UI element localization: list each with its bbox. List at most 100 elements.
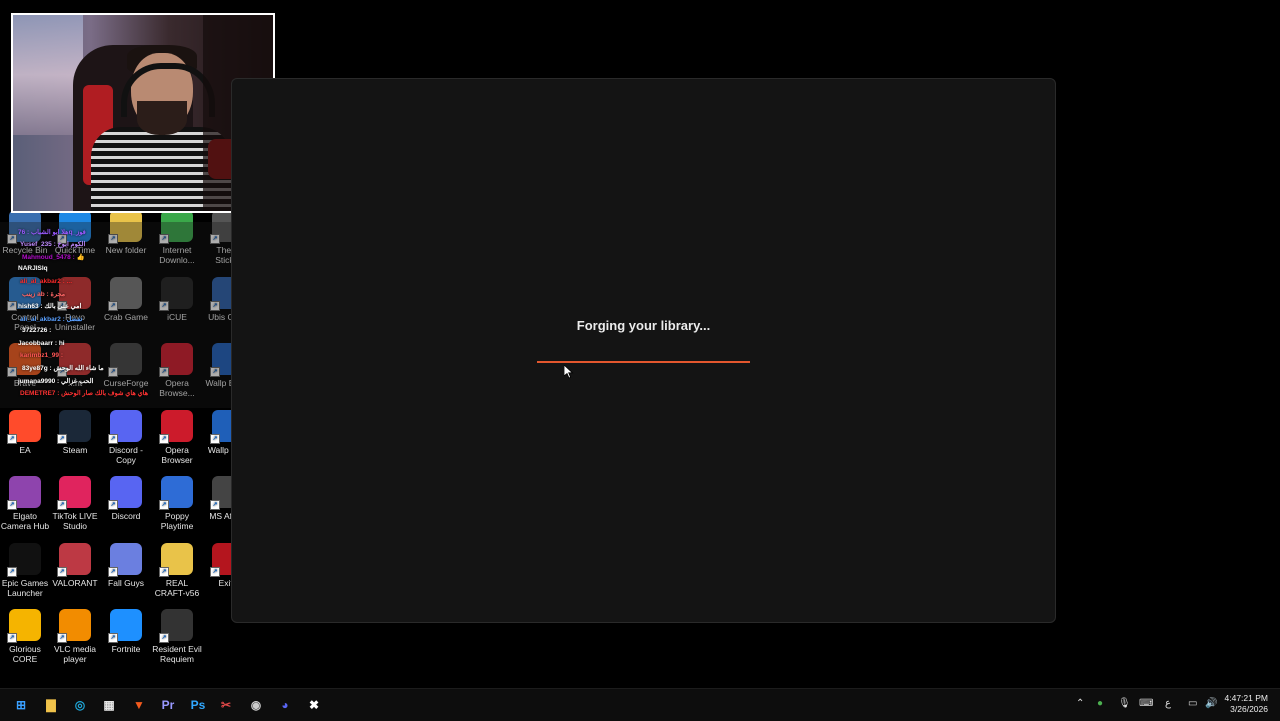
shortcut-arrow-icon: ↗ [57,633,67,643]
desktop-icon[interactable]: ↗ Poppy Playtime [152,476,202,531]
shortcut-arrow-icon: ↗ [210,434,220,444]
desktop-icon[interactable]: ↗ Epic Games Launcher [0,543,50,598]
loading-text: Forging your library... [576,318,711,333]
obs-icon[interactable]: ◉ [245,694,267,716]
desktop-icon-label: Glorious CORE [9,644,41,664]
volume-icon[interactable]: 🔊 [1205,698,1217,709]
desktop-icon-label: VLC media player [53,644,97,664]
desktop-icon[interactable]: ↗ Glorious CORE [0,609,50,664]
valorant-icon: ↗ [57,543,91,577]
chat-message: Yusef_235 : الكوم ابوخ [20,241,86,249]
steam-icon: ↗ [57,410,91,444]
keyboard-icon[interactable]: ⌨ [1139,698,1153,709]
fortnite-icon: ↗ [108,609,142,643]
mouse-cursor-icon [564,365,574,379]
microphone-icon[interactable]: 🎙 [1118,698,1131,709]
start-button[interactable]: ⊞ [10,694,32,716]
shortcut-arrow-icon: ↗ [159,567,169,577]
desktop-icon-label: VALORANT [52,578,98,588]
tiktok-icon: ↗ [57,476,91,510]
desktop-icon[interactable]: ↗ TikTok LIVE Studio [50,476,100,531]
elgato-icon: ↗ [7,476,41,510]
desktop-icon[interactable]: ↗ Fortnite [101,609,151,654]
resident-evil-icon: ↗ [159,609,193,643]
chat-message: DEMETRE7 : هاي هاي شوف بالك صار الوحش [20,390,149,398]
chat-message: Jacobbaarr : hi [18,339,65,347]
desktop-icon[interactable]: ↗ VALORANT [50,543,100,588]
chat-message: hish63 : امي على بالك [18,303,82,311]
desktop-icon[interactable]: ↗ Fall Guys [101,543,151,588]
chat-message: 3722726 : [22,327,52,335]
desktop-icon-label: Opera Browser [161,445,193,465]
poppy-icon: ↗ [159,476,193,510]
file-explorer-icon[interactable]: ▇ [40,694,62,716]
desktop-icon-label: Poppy Playtime [160,511,194,531]
desktop-icon-label: Fortnite [111,644,141,654]
shortcut-arrow-icon: ↗ [108,567,118,577]
network-icon[interactable]: ▭ [1188,698,1197,709]
edge-icon[interactable]: ◎ [69,694,91,716]
desktop-icon[interactable]: ↗ Steam [50,410,100,455]
desktop-icon[interactable]: ↗ Elgato Camera Hub [0,476,50,531]
shortcut-arrow-icon: ↗ [7,500,17,510]
game-launcher-icon[interactable]: ✖ [303,694,325,716]
fall-guys-icon: ↗ [108,543,142,577]
chat-message: karimbz1_99 : [20,352,63,359]
chat-message: Mahmoud_5478 : 👍 [22,253,85,261]
desktop-icon-label: Discord [111,511,141,521]
desktop-icon-label: Fall Guys [108,578,144,588]
desktop-icon[interactable]: ↗ EA [0,410,50,455]
brave-icon[interactable]: ▼ [128,694,150,716]
shortcut-arrow-icon: ↗ [57,567,67,577]
snipping-tool-icon[interactable]: ✂ [215,694,237,716]
shortcut-arrow-icon: ↗ [210,567,220,577]
microsoft-store-icon[interactable]: ▦ [98,694,120,716]
desktop-icon-label: TikTok LIVE Studio [52,511,98,531]
shortcut-arrow-icon: ↗ [159,633,169,643]
desktop-icon[interactable]: ↗ Opera Browser [152,410,202,465]
chat-message: زينب ab : مجرة [22,291,66,298]
shortcut-arrow-icon: ↗ [7,567,17,577]
shortcut-arrow-icon: ↗ [57,500,67,510]
desktop-icon[interactable]: ↗ Discord - Copy [101,410,151,465]
ea-icon: ↗ [7,410,41,444]
desktop-icon-label: Elgato Camera Hub [0,511,50,531]
photoshop-icon[interactable]: Ps [187,694,209,716]
desktop-icon[interactable]: ↗ VLC media player [50,609,100,664]
chat-message: 83ye87g : ما شاء الله الوحش [22,365,104,373]
chat-message: ali_al_akbar2 : تفضل [20,315,83,323]
shortcut-arrow-icon: ↗ [7,633,17,643]
desktop-icon-label: Steam [62,445,88,455]
discord-icon[interactable]: ◕ [274,694,296,716]
desktop-icon-label: REAL CRAFT-v56 [154,578,200,598]
discord-icon: ↗ [108,476,142,510]
desktop-icon[interactable]: ↗ REAL CRAFT-v56 [152,543,202,598]
desktop-icon[interactable]: ↗ Discord [101,476,151,521]
launcher-window: Forging your library... [231,78,1056,623]
chat-message: jumana9990 : الحب غزالي [18,377,94,385]
shortcut-arrow-icon: ↗ [108,434,118,444]
taskbar: ⊞ ▇ ◎ ▦ ▼ Pr Ps ✂ ◉ ◕ ✖ ⌃ ● 🎙 ⌨ ع ▭ 🔊 4:47:21 PM 3… [0,688,1280,721]
folder-icon: ↗ [159,543,193,577]
shortcut-arrow-icon: ↗ [159,500,169,510]
clock[interactable]: 4:47:21 PM 3/26/2026 [1225,693,1268,715]
language-indicator[interactable]: ع [1165,698,1171,709]
shortcut-arrow-icon: ↗ [57,434,67,444]
desktop-icon-label: EA [19,445,31,455]
shortcut-arrow-icon: ↗ [108,633,118,643]
desktop-icon-label: Discord - Copy [108,445,143,465]
desktop-icon-label: Resident Evil Requiem [152,644,202,664]
loading-progress-fill [537,361,750,363]
chevron-up-icon[interactable]: ⌃ [1076,698,1084,709]
desktop-icon[interactable]: ↗ Resident Evil Requiem [152,609,202,664]
chat-message: ali_al_akbar2 : ... [20,277,73,285]
glorious-icon: ↗ [7,609,41,643]
tray-app-icon[interactable]: ● [1097,698,1103,709]
chat-message: NARJISlq [18,265,48,273]
epic-games-icon: ↗ [7,543,41,577]
premiere-pro-icon[interactable]: Pr [157,694,179,716]
chat-message: هلا ابو الشباب : 76q_فوز [18,229,86,236]
shortcut-arrow-icon: ↗ [7,434,17,444]
discord-icon: ↗ [108,410,142,444]
shortcut-arrow-icon: ↗ [210,500,220,510]
